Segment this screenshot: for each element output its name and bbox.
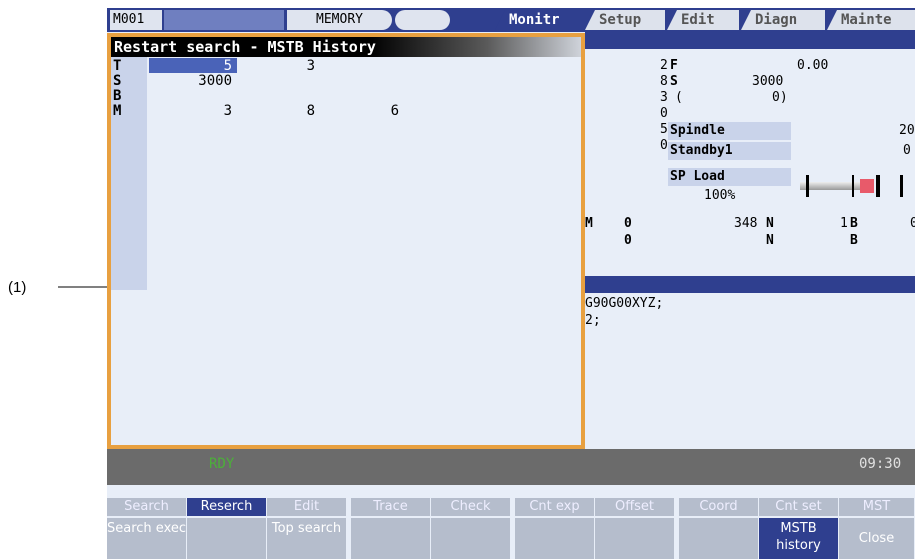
- tab-setup[interactable]: Setup: [585, 10, 665, 30]
- standby-value: 0: [903, 143, 911, 158]
- softkey-5[interactable]: [431, 518, 511, 559]
- row1-b-label: B: [850, 216, 858, 231]
- tab-mainte[interactable]: Mainte: [827, 10, 915, 30]
- standby-label: Standby1: [668, 142, 791, 160]
- status-bar: RDY 09:30: [107, 449, 915, 485]
- machine-indicator: [164, 10, 284, 30]
- tab-monitr[interactable]: Monitr: [495, 10, 583, 30]
- menu-mst[interactable]: MST: [839, 498, 915, 516]
- row2-o-label: 0: [624, 233, 632, 248]
- spload-meter: [800, 175, 908, 197]
- spindle-s-value: 3000: [752, 74, 784, 89]
- monitor-header-bar: [585, 32, 915, 49]
- mode-indicator: [395, 10, 450, 30]
- axis-digit-4: 0: [660, 106, 668, 121]
- row-label-s: S: [113, 73, 122, 89]
- s-value-1[interactable]: 3000: [172, 74, 232, 88]
- axis-digit-2: 8: [660, 74, 668, 89]
- softkey-6[interactable]: [515, 518, 595, 559]
- m-value-1[interactable]: 3: [172, 104, 232, 118]
- row2-b-label: B: [850, 233, 858, 248]
- menu-edit[interactable]: Edit: [267, 498, 347, 516]
- program-line-2: 2;: [585, 313, 601, 328]
- m-value-3[interactable]: 6: [339, 104, 399, 118]
- axis-digit-5: 5: [660, 122, 668, 137]
- softkey-4[interactable]: [351, 518, 431, 559]
- row1-value-348: 348: [734, 216, 758, 231]
- popup-title: Restart search - MSTB History: [111, 37, 581, 57]
- tab-edit[interactable]: Edit: [667, 10, 739, 30]
- mode-label: MEMORY: [287, 10, 392, 30]
- mstb-history-window: Restart search - MSTB History T S B M 5 …: [107, 33, 585, 449]
- feed-label: F: [670, 58, 678, 73]
- spindle-label: Spindle: [668, 122, 791, 140]
- softkey-2[interactable]: [187, 518, 267, 559]
- row1-value-1: 1: [840, 216, 848, 231]
- row1-m-label: M: [585, 216, 593, 231]
- softkey-search-exec[interactable]: Search exec: [107, 518, 187, 559]
- spindle-value: 20: [899, 123, 915, 138]
- softkey-close[interactable]: Close: [839, 518, 915, 559]
- spload-percent: 100%: [704, 188, 736, 203]
- m-value-2[interactable]: 8: [255, 104, 315, 118]
- softkey-7[interactable]: [595, 518, 675, 559]
- menu-offset[interactable]: Offset: [595, 498, 675, 516]
- t-value-1[interactable]: 5: [172, 59, 232, 73]
- menu-reserch[interactable]: Reserch: [187, 498, 267, 516]
- paren-open: (: [675, 90, 683, 105]
- row1-value-0: 0: [910, 216, 915, 231]
- program-line-1: G90G00XYZ;: [585, 296, 664, 311]
- softkey-mstb-history[interactable]: MSTB history: [759, 518, 839, 559]
- paren-value: 0): [772, 90, 788, 105]
- feed-value: 0.00: [797, 58, 829, 73]
- row-label-t: T: [113, 58, 122, 74]
- row2-n-label: N: [766, 233, 774, 248]
- row1-o-label: 0: [624, 216, 632, 231]
- tab-diagn[interactable]: Diagn: [741, 10, 825, 30]
- menu-check[interactable]: Check: [431, 498, 511, 516]
- menu-search[interactable]: Search: [107, 498, 187, 516]
- spload-label: SP Load: [668, 168, 791, 186]
- spindle-s-label: S: [670, 74, 678, 89]
- ready-indicator: RDY: [209, 456, 235, 472]
- program-header-bar: [585, 276, 915, 293]
- softkey-8[interactable]: [679, 518, 759, 559]
- row-label-m: M: [113, 103, 122, 119]
- softkey-top-search[interactable]: Top search: [267, 518, 347, 559]
- menu-coord[interactable]: Coord: [679, 498, 759, 516]
- clock: 09:30: [859, 456, 902, 472]
- row1-n-label: N: [766, 216, 774, 231]
- t-value-2[interactable]: 3: [255, 59, 315, 73]
- axis-digit-3: 3: [660, 90, 668, 105]
- row-label-b: B: [113, 88, 122, 104]
- menu-trace[interactable]: Trace: [351, 498, 431, 516]
- top-bar: M001 MEMORY Monitr Setup Edit Diagn Main…: [107, 8, 915, 32]
- axis-digit-6: 0: [660, 138, 668, 153]
- menu-cnt-exp[interactable]: Cnt exp: [515, 498, 595, 516]
- axis-digit-1: 2: [660, 58, 668, 73]
- menu-cnt-set[interactable]: Cnt set: [759, 498, 839, 516]
- machine-label: M001: [110, 10, 162, 30]
